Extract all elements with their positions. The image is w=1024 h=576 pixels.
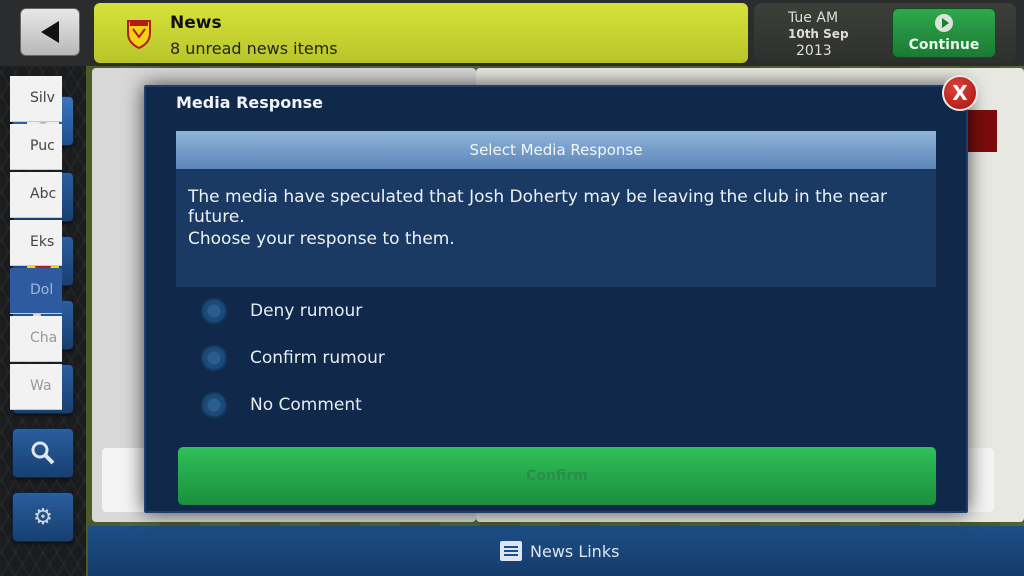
search-icon — [31, 441, 55, 465]
message-text: The media have speculated that Josh Dohe… — [188, 187, 888, 227]
radio-button[interactable] — [200, 344, 228, 372]
club-crest-icon — [127, 20, 151, 49]
media-response-dialog: Media Response X Select Media Response T… — [144, 75, 978, 513]
continue-label: Continue — [908, 37, 980, 53]
unread-count: 8 unread news items — [170, 39, 338, 58]
option-deny-rumour[interactable]: Deny rumour — [200, 297, 362, 325]
message-prompt: Choose your response to them. — [188, 229, 455, 249]
date-year: 2013 — [796, 43, 832, 59]
news-links-label: News Links — [530, 541, 620, 561]
date-panel: Tue AM 10th Sep 2013 Continue — [754, 3, 1016, 63]
close-button[interactable]: X — [942, 75, 978, 111]
page-title: News — [170, 13, 222, 33]
detail-footer-box — [964, 448, 994, 512]
option-no-comment[interactable]: No Comment — [200, 391, 362, 419]
top-bar: News 8 unread news items Tue AM 10th Sep… — [0, 0, 1024, 66]
dialog-title: Media Response — [176, 93, 323, 112]
list-item[interactable]: Cha — [10, 316, 62, 362]
date-date: 10th Sep — [788, 27, 849, 41]
radio-button[interactable] — [200, 391, 228, 419]
list-item[interactable]: Wa — [10, 364, 62, 410]
list-item[interactable]: Silv — [10, 76, 62, 122]
gear-icon: ⚙ — [33, 504, 53, 530]
play-icon — [935, 14, 953, 32]
document-icon — [500, 541, 522, 561]
option-confirm-rumour[interactable]: Confirm rumour — [200, 344, 385, 372]
list-item[interactable]: Dol — [10, 268, 62, 314]
continue-button[interactable]: Continue — [892, 8, 996, 58]
section-header: Select Media Response — [176, 131, 936, 169]
list-item[interactable]: Puc — [10, 124, 62, 170]
list-item[interactable]: Abc — [10, 172, 62, 218]
option-label: No Comment — [250, 395, 362, 415]
confirm-button[interactable]: Confirm — [178, 447, 936, 505]
message-box: The media have speculated that Josh Dohe… — [176, 169, 936, 287]
detail-accent — [966, 110, 997, 152]
sidebar-item-search[interactable] — [12, 428, 74, 478]
back-arrow-icon — [41, 21, 59, 43]
sidebar-item-settings[interactable]: ⚙ — [12, 492, 74, 542]
back-button[interactable] — [20, 8, 80, 56]
option-label: Confirm rumour — [250, 348, 385, 368]
radio-button[interactable] — [200, 297, 228, 325]
news-links-button[interactable]: News Links — [500, 541, 619, 561]
date-day: Tue AM — [788, 10, 839, 26]
news-header: News 8 unread news items — [94, 3, 748, 63]
option-label: Deny rumour — [250, 301, 363, 321]
list-item[interactable]: Eks — [10, 220, 62, 266]
